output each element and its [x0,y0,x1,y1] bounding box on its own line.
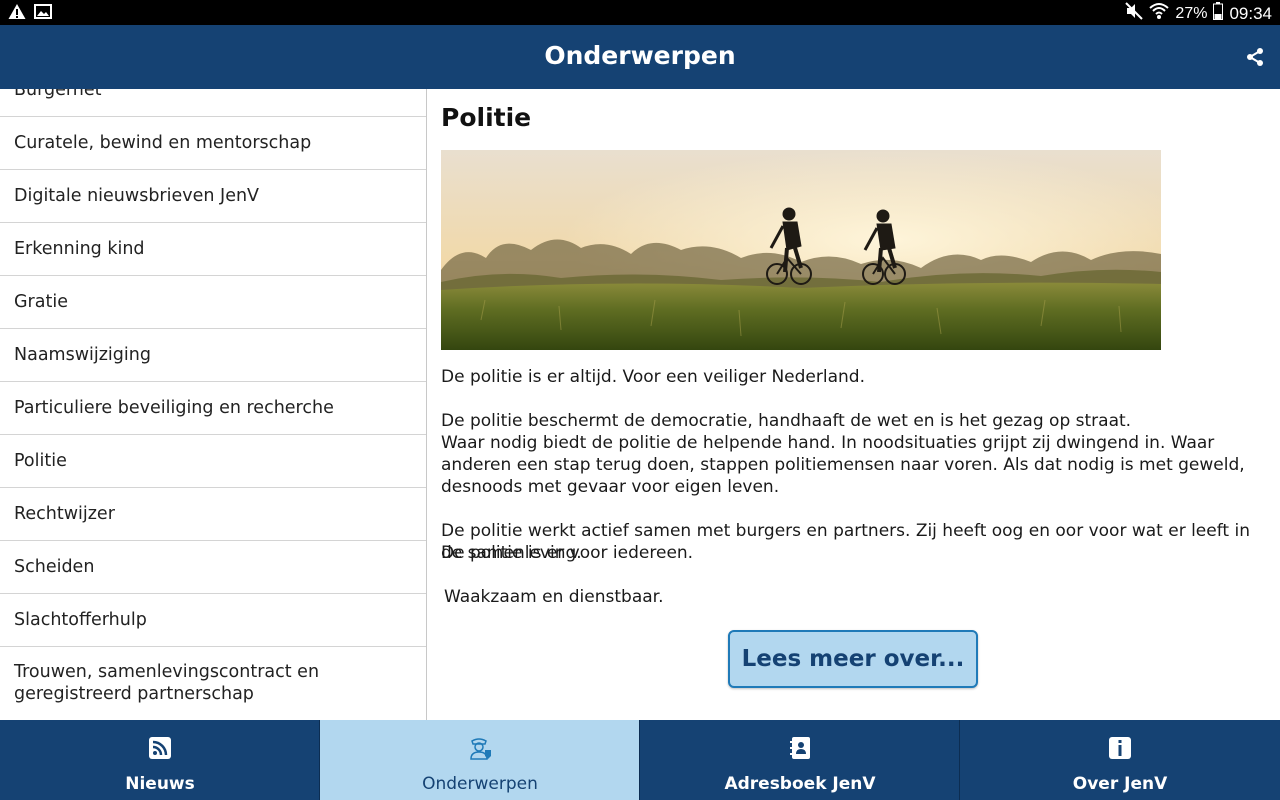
tab-over-jenv[interactable]: Over JenV [960,720,1280,800]
police-cyclists-image [441,150,1161,350]
list-item-label: Digitale nieuwsbrieven JenV [14,186,260,206]
list-item-scheiden[interactable]: Scheiden [0,541,426,594]
rss-icon [148,736,172,760]
address-book-icon [788,736,812,760]
list-item-label: Trouwen, samenlevingscontract en geregis… [14,662,320,704]
tab-adresboek[interactable]: Adresboek JenV [640,720,960,800]
list-item-gratie[interactable]: Gratie [0,276,426,329]
list-item-label: Politie [14,451,67,471]
list-item-naamswijziging[interactable]: Naamswijziging [0,329,426,382]
page-title: Onderwerpen [544,41,736,70]
list-item-label: Scheiden [14,557,95,577]
mute-icon [1125,2,1144,25]
share-icon[interactable] [1246,47,1264,71]
list-item-burgernet[interactable]: Burgernet [0,89,426,117]
info-icon [1108,736,1132,760]
article-paragraph: De politie is er voor iedereen. [441,543,694,563]
bottom-navigation: Nieuws Onderwerpen Adresboek JenV Over J… [0,720,1280,800]
tab-onderwerpen[interactable]: Onderwerpen [320,720,640,800]
list-item-trouwen[interactable]: Trouwen, samenlevingscontract en geregis… [0,647,426,719]
tab-label: Nieuws [125,774,195,794]
tab-label: Onderwerpen [422,774,538,794]
list-item-label: Naamswijziging [14,345,151,365]
clock: 09:34 [1229,3,1272,23]
tab-nieuws[interactable]: Nieuws [0,720,320,800]
list-item-label: Particuliere beveiliging en recherche [14,398,334,418]
article-paragraph: De politie is er altijd. Voor een veilig… [441,367,865,387]
list-item-label: Rechtwijzer [14,504,115,524]
tab-label: Adresboek JenV [724,774,876,794]
status-bar: 27% 09:34 [0,0,1280,25]
warning-icon [8,3,26,25]
officer-icon [468,736,492,760]
battery-level: 27% [1175,4,1208,22]
tab-label: Over JenV [1072,774,1168,794]
read-more-button[interactable]: Lees meer over... [728,630,978,688]
article-paragraph: Waakzaam en dienstbaar. [444,587,664,607]
article-panel: Politie De politie is er altijd. Voor ee… [441,89,1271,720]
topic-list[interactable]: Burgernet Curatele, bewind en mentorscha… [0,89,427,720]
battery-icon [1213,2,1224,25]
list-item-erkenning-kind[interactable]: Erkenning kind [0,223,426,276]
image-icon [34,3,52,25]
article-paragraph: Waar nodig biedt de politie de helpende … [441,433,1245,497]
list-item-label: Burgernet [14,89,102,100]
list-item-label: Erkenning kind [14,239,145,259]
list-item-nieuwsbrieven[interactable]: Digitale nieuwsbrieven JenV [0,170,426,223]
list-item-curatele[interactable]: Curatele, bewind en mentorschap [0,117,426,170]
list-item-beveiliging[interactable]: Particuliere beveiliging en recherche [0,382,426,435]
list-item-label: Slachtofferhulp [14,610,147,630]
app-bar: Onderwerpen [0,25,1280,89]
article-title: Politie [441,103,532,132]
list-item-rechtwijzer[interactable]: Rechtwijzer [0,488,426,541]
list-item-label: Gratie [14,292,68,312]
list-item-slachtofferhulp[interactable]: Slachtofferhulp [0,594,426,647]
list-item-label: Curatele, bewind en mentorschap [14,133,312,153]
article-paragraph: De politie beschermt de democratie, hand… [441,411,1132,431]
wifi-icon [1149,2,1170,25]
list-item-politie[interactable]: Politie [0,435,426,488]
